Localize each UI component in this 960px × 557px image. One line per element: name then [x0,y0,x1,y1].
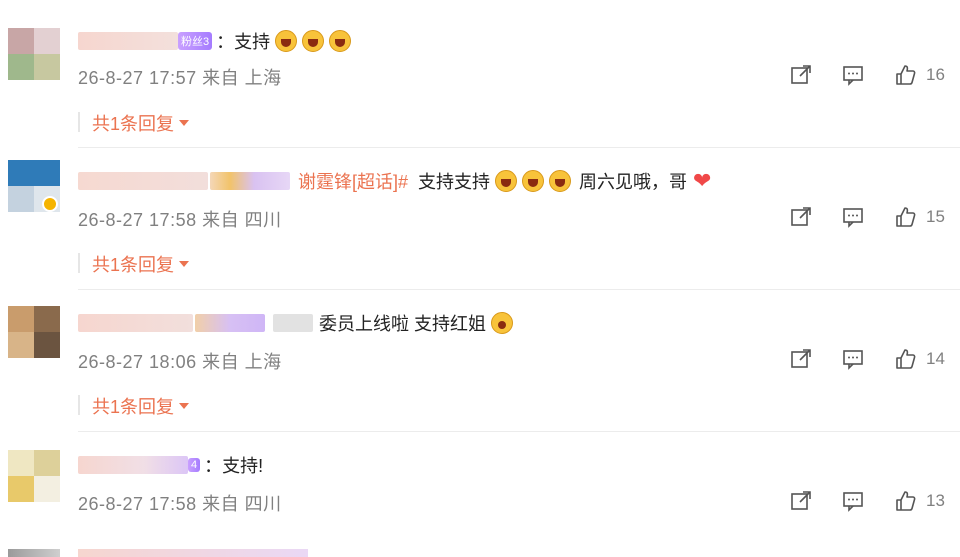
laugh-emoji [549,170,572,192]
view-replies-link[interactable]: 共1条回复 [92,393,190,419]
fan-badge: 粉丝3 [178,32,213,50]
reply-divider [78,112,80,132]
verified-icon [42,196,58,212]
wow-emoji [491,312,514,334]
comment-text: ：支持! [204,452,263,478]
view-replies-link[interactable]: 共1条回复 [92,251,190,277]
laugh-emoji [522,170,545,192]
comment-text: 委员上线啦 支持红姐 [319,310,514,336]
avatar[interactable] [8,450,60,502]
comment-meta: 26-8-27 17:57 来自 上海 [78,68,282,88]
comment-text-body: ：支持 [216,32,271,52]
like-count: 14 [926,349,945,368]
comment-meta: 26-8-27 17:58 来自 四川 [78,210,282,230]
avatar[interactable] [8,160,60,212]
reply-divider [78,395,80,415]
comment-actions: 15 [790,206,960,230]
comment-actions: 13 [790,490,960,514]
reply-count-label: 共1条回复 [92,397,175,417]
comment-separator [78,431,960,432]
comment-text-body: 委员上线啦 支持红姐 [319,314,487,334]
comment-text-body: 支持支持 [418,172,491,192]
comment-header: 4 ：支持! [78,454,263,476]
chevron-down-icon [179,403,190,409]
heart-icon: ❤ [693,168,712,193]
comment-text: ：支持 [216,28,352,54]
comment-meta: 26-8-27 18:06 来自 上海 [78,352,282,372]
comment-icon[interactable] [842,490,864,512]
avatar[interactable] [8,306,60,358]
comment-icon[interactable] [842,64,864,86]
share-icon[interactable] [790,206,812,228]
super-topic-link[interactable]: 谢霆锋[超话]# [298,168,408,194]
comment-text: 支持支持 周六见哦，哥 ❤ [412,168,711,194]
avatar[interactable] [8,28,60,80]
share-icon[interactable] [790,348,812,370]
blurred-badge [210,172,290,190]
like-icon[interactable] [894,64,916,86]
view-replies-link[interactable]: 共1条回复 [92,110,190,136]
comment-header: 粉丝3 ：支持 [78,28,352,54]
blurred-username[interactable] [78,32,178,50]
share-icon[interactable] [790,64,812,86]
like-count: 16 [926,65,945,84]
comment-separator [78,289,960,290]
blurred-username[interactable] [78,172,208,190]
comment-icon[interactable] [842,348,864,370]
laugh-emoji [495,170,518,192]
laugh-emoji [329,30,352,52]
comment-actions: 16 [790,64,960,88]
partial-comment-header [78,549,308,557]
comment-header: 谢霆锋[超话]# 支持支持 周六见哦，哥 ❤ [78,168,711,194]
like-icon[interactable] [894,490,916,512]
like-icon[interactable] [894,206,916,228]
blurred-username[interactable] [78,456,188,474]
blurred-badge [273,314,313,332]
laugh-emoji [302,30,325,52]
comment-icon[interactable] [842,206,864,228]
reply-count-label: 共1条回复 [92,114,175,134]
chevron-down-icon [179,120,190,126]
comment-text-tail: 周六见哦，哥 [579,172,688,192]
comment-header: 委员上线啦 支持红姐 [78,310,514,336]
comment-separator [78,147,960,148]
like-count: 13 [926,491,945,510]
fan-badge: 4 [188,458,201,472]
chevron-down-icon [179,261,190,267]
partial-comment-avatar [8,549,60,557]
comment-meta: 26-8-27 17:58 来自 四川 [78,494,282,514]
reply-count-label: 共1条回复 [92,255,175,275]
share-icon[interactable] [790,490,812,512]
comment-actions: 14 [790,348,960,372]
reply-divider [78,253,80,273]
blurred-badge [195,314,265,332]
like-count: 15 [926,207,945,226]
laugh-emoji [275,30,298,52]
comment-text-body: ：支持! [204,456,264,476]
blurred-username[interactable] [78,314,193,332]
like-icon[interactable] [894,348,916,370]
